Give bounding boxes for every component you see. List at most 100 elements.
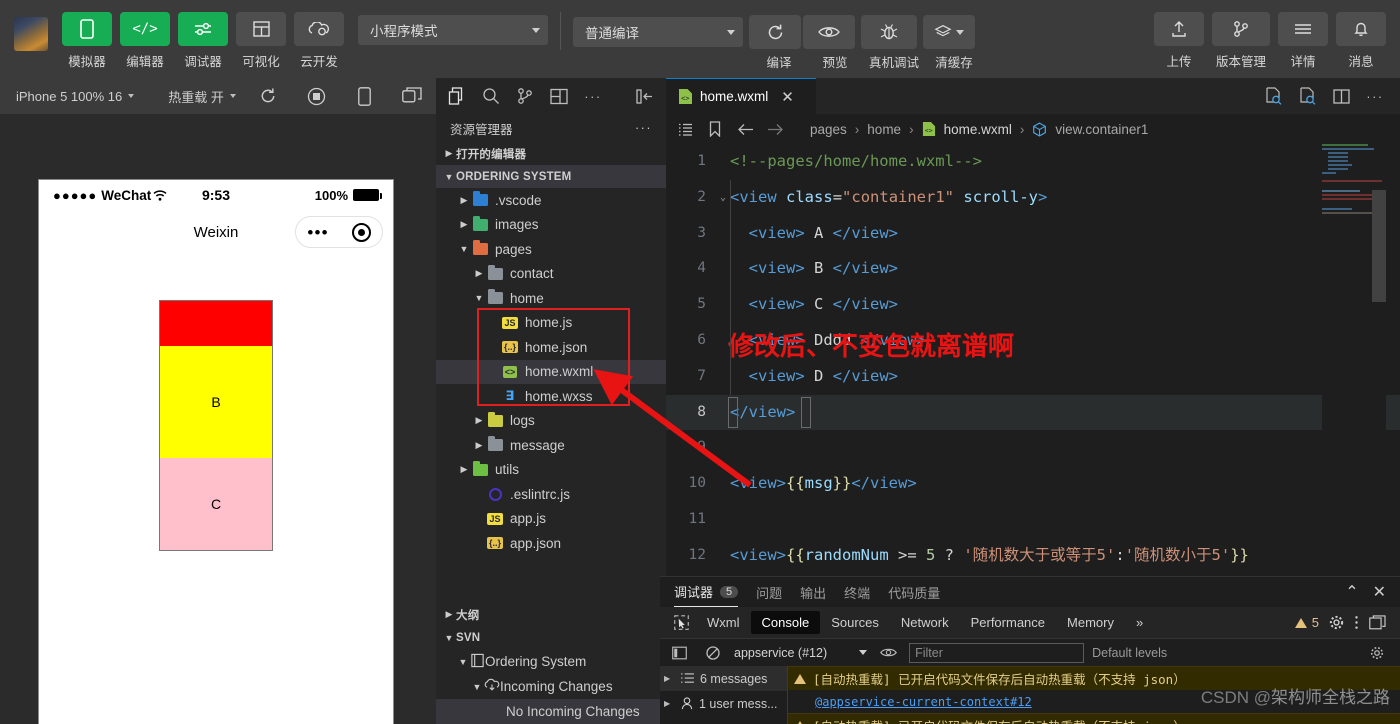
svn-item-ordering-system[interactable]: ▼ Ordering System	[436, 649, 666, 674]
collapse-sidebar-icon[interactable]	[628, 79, 662, 113]
code-line-10[interactable]: 10 <view>{{msg}}</view>	[666, 466, 1400, 502]
tree-item--eslintrc-js[interactable]: .eslintrc.js	[436, 482, 666, 507]
code-line-4[interactable]: 4 <view> B </view>	[666, 251, 1400, 287]
search-icon[interactable]	[474, 79, 508, 113]
more-dots-icon[interactable]: •••	[307, 224, 328, 241]
tree-item-pages[interactable]: ▼ pages	[436, 237, 666, 262]
capsule-button[interactable]: •••	[295, 216, 383, 248]
console-warning-row[interactable]: [自动热重载] 已开启代码文件保存后自动热重载（不支持 json）	[788, 666, 1400, 690]
console-link-row[interactable]: @appservice-current-context#12	[788, 690, 1400, 713]
console-sidebar-row[interactable]: ▶ 1 user mess...	[660, 691, 787, 716]
devtools-tab-network[interactable]: Network	[890, 611, 960, 634]
code-line-5[interactable]: 5 <view> C </view>	[666, 287, 1400, 323]
compile-button[interactable]	[749, 15, 801, 49]
section-svn[interactable]: ▼ SVN	[436, 626, 666, 649]
sim-rotate-button[interactable]	[340, 78, 388, 114]
devtools-tab-performance[interactable]: Performance	[960, 611, 1056, 634]
toolbar-button-editor[interactable]: </> 编辑器	[120, 12, 170, 70]
clear-cache-button[interactable]	[923, 15, 975, 49]
details-button[interactable]: 详情	[1278, 12, 1328, 70]
panel-tab-终端[interactable]: 终端	[844, 577, 870, 607]
preview-button[interactable]	[803, 15, 855, 49]
console-warning-row[interactable]: [自动热重载] 已开启代码文件保存后自动热重载（不支持 json）	[788, 713, 1400, 724]
fold-chevron-icon[interactable]: ⌄	[716, 180, 730, 216]
editor-tab-home-wxml[interactable]: <> home.wxml ✕	[666, 78, 816, 114]
breadcrumb-item-2[interactable]: home.wxml	[944, 122, 1012, 137]
tree-item-app-json[interactable]: {..} app.json	[436, 531, 666, 556]
outline-icon[interactable]	[674, 123, 696, 136]
more-actions-icon[interactable]: ···	[1360, 78, 1390, 114]
toolbar-button-simulator[interactable]: 模拟器	[62, 12, 112, 70]
tree-item--vscode[interactable]: ▶ .vscode	[436, 188, 666, 213]
hotreload-select[interactable]: 热重载 开	[162, 87, 242, 106]
devtools-tab-»[interactable]: »	[1125, 611, 1154, 634]
console-source-link[interactable]: @appservice-current-context#12	[815, 695, 1032, 709]
tree-item-utils[interactable]: ▶ utils	[436, 458, 666, 483]
sim-record-button[interactable]	[292, 78, 340, 114]
device-select[interactable]: iPhone 5 100% 16	[10, 89, 140, 104]
toolbar-button-visualization[interactable]: 可视化	[236, 12, 286, 70]
svn-item-no-incoming-changes[interactable]: No Incoming Changes	[436, 699, 666, 724]
section-outline[interactable]: ▶ 大纲	[436, 603, 666, 626]
tree-item-home-wxml[interactable]: <> home.wxml	[436, 359, 666, 384]
source-control-icon[interactable]	[508, 79, 542, 113]
panel-close-icon[interactable]: ✕	[1373, 582, 1386, 602]
settings-gear-icon[interactable]	[1329, 615, 1344, 630]
close-icon[interactable]: ✕	[781, 88, 794, 106]
explorer-more-icon[interactable]: ···	[635, 121, 652, 135]
tree-item-home-wxss[interactable]: ∃ home.wxss	[436, 384, 666, 409]
clear-console-icon[interactable]	[700, 639, 726, 667]
panel-tab-输出[interactable]: 输出	[800, 577, 826, 607]
console-context-select[interactable]: appservice (#12)	[734, 646, 868, 660]
sim-multiwindow-button[interactable]	[388, 78, 436, 114]
console-sidebar-toggle-icon[interactable]	[666, 639, 692, 667]
devtools-tab-wxml[interactable]: Wxml	[696, 611, 751, 634]
section-project[interactable]: ▼ ORDERING SYSTEM	[436, 165, 666, 188]
toolbar-button-debugger[interactable]: 调试器	[178, 12, 228, 70]
code-line-2[interactable]: 2 ⌄ <view class="container1" scroll-y>	[666, 180, 1400, 216]
split-search-icon[interactable]	[1258, 78, 1288, 114]
replace-search-icon[interactable]	[1292, 78, 1322, 114]
tree-item-app-js[interactable]: JS app.js	[436, 507, 666, 532]
devtools-tab-memory[interactable]: Memory	[1056, 611, 1125, 634]
panel-tab-代码质量[interactable]: 代码质量	[888, 577, 940, 607]
back-arrow-icon[interactable]	[734, 123, 756, 136]
more-icon[interactable]: ···	[576, 79, 610, 113]
devtools-tab-sources[interactable]: Sources	[820, 611, 890, 634]
forward-arrow-icon[interactable]	[764, 123, 786, 136]
console-filter-input[interactable]: Filter	[909, 642, 1085, 663]
tree-item-message[interactable]: ▶ message	[436, 433, 666, 458]
code-line-9[interactable]: 9	[666, 430, 1400, 466]
split-editor-icon[interactable]	[1326, 78, 1356, 114]
files-icon[interactable]	[440, 79, 474, 113]
close-target-icon[interactable]	[351, 222, 371, 242]
avatar[interactable]	[14, 17, 48, 51]
dock-side-icon[interactable]	[1369, 615, 1386, 630]
version-control-button[interactable]: 版本管理	[1212, 12, 1270, 70]
console-sidebar-row[interactable]: ▶ 6 messages	[660, 666, 787, 691]
breadcrumb-item-3[interactable]: view.container1	[1055, 122, 1148, 137]
mode-select[interactable]: 小程序模式	[358, 15, 548, 45]
code-line-11[interactable]: 11	[666, 502, 1400, 538]
bookmark-icon[interactable]	[704, 121, 726, 137]
console-eye-icon[interactable]	[875, 639, 901, 667]
code-line-8[interactable]: 8 </view>	[666, 394, 1400, 431]
devtools-more-icon[interactable]	[1354, 615, 1359, 630]
panel-tab-问题[interactable]: 问题	[756, 577, 782, 607]
extensions-icon[interactable]	[542, 79, 576, 113]
code-line-12[interactable]: 12 <view>{{randomNum >= 5 ? '随机数大于或等于5':'…	[666, 538, 1400, 574]
tree-item-home-json[interactable]: {..} home.json	[436, 335, 666, 360]
section-open-editors[interactable]: ▶ 打开的编辑器	[436, 142, 666, 165]
code-line-1[interactable]: 1 <!--pages/home/home.wxml-->	[666, 144, 1400, 180]
console-settings-icon[interactable]	[1368, 639, 1394, 667]
tree-item-logs[interactable]: ▶ logs	[436, 409, 666, 434]
svn-item-incoming-changes[interactable]: ▼ Incoming Changes	[436, 674, 666, 699]
panel-collapse-icon[interactable]: ⌃	[1345, 582, 1358, 602]
warning-count-badge[interactable]: 5	[1294, 615, 1319, 630]
devtools-tab-console[interactable]: Console	[750, 611, 821, 634]
code-line-7[interactable]: 7 <view> D </view>	[666, 359, 1400, 395]
tree-item-contact[interactable]: ▶ contact	[436, 262, 666, 287]
compile-select[interactable]: 普通编译	[573, 17, 743, 47]
messages-button[interactable]: 消息	[1336, 12, 1386, 70]
tree-item-home-js[interactable]: JS home.js	[436, 311, 666, 336]
